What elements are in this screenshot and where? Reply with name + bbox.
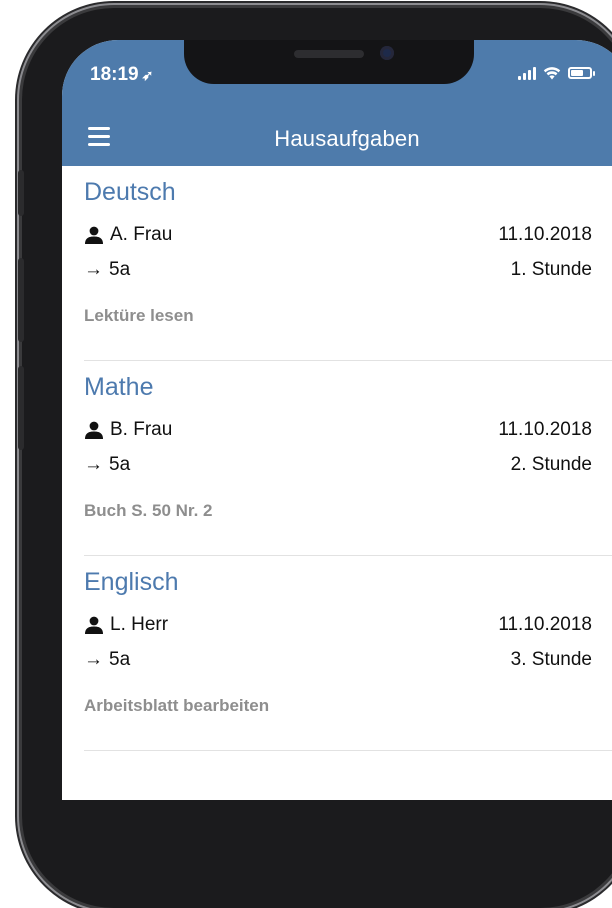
person-icon [85, 226, 103, 244]
class-name: 5a [109, 454, 131, 475]
person-icon [85, 616, 103, 634]
homework-description: Buch S. 50 Nr. 2 [84, 501, 213, 520]
battery-level [571, 70, 583, 76]
class-name: 5a [109, 649, 131, 670]
silent-switch [18, 170, 24, 216]
subject-name: Englisch [84, 568, 179, 596]
class-period-row: → 5a 2. Stunde [84, 452, 592, 478]
due-date: 11.10.2018 [498, 419, 592, 440]
due-date: 11.10.2018 [498, 224, 592, 245]
homework-list: Deutsch A. Frau 11.10.2018 → 5a 1. Stund… [62, 166, 612, 751]
teacher-date-row: L. Herr 11.10.2018 [84, 612, 592, 638]
wifi-icon [543, 67, 561, 80]
homework-item-mathe[interactable]: Mathe B. Frau 11.10.2018 → 5a 2. Stunde … [62, 361, 612, 556]
teacher-name: L. Herr [110, 614, 169, 635]
status-bar: 18:19 ➶ [62, 40, 612, 108]
volume-up-button [18, 258, 24, 342]
volume-down-button [18, 366, 24, 450]
lesson-period: 1. Stunde [510, 259, 592, 280]
arrow-right-icon: → [84, 649, 103, 670]
teacher-name: B. Frau [110, 419, 173, 440]
homework-item-englisch[interactable]: Englisch L. Herr 11.10.2018 → 5a 3. Stun… [62, 556, 612, 751]
front-camera [380, 46, 394, 60]
location-arrow-icon: ➶ [141, 67, 154, 83]
notch [184, 40, 474, 84]
lesson-period: 2. Stunde [510, 454, 592, 475]
homework-description: Arbeitsblatt bearbeiten [84, 696, 270, 715]
page-title: Hausaufgaben [274, 126, 420, 151]
arrow-right-icon: → [84, 454, 103, 475]
phone-screen: 18:19 ➶ Hausaufgaben Deutsch A. Frau 11.… [62, 40, 612, 800]
app-header: Hausaufgaben [62, 108, 612, 166]
speaker-grille [294, 50, 364, 58]
arrow-right-icon: → [84, 259, 103, 280]
homework-description: Lektüre lesen [84, 306, 194, 325]
teacher-date-row: A. Frau 11.10.2018 [84, 222, 592, 248]
status-icons [518, 64, 595, 82]
status-time-text: 18:19 [90, 64, 139, 85]
due-date: 11.10.2018 [498, 614, 592, 635]
person-icon [85, 421, 103, 439]
subject-name: Deutsch [84, 178, 176, 206]
divider [84, 750, 612, 751]
battery-icon [568, 67, 595, 79]
class-period-row: → 5a 1. Stunde [84, 257, 592, 283]
signal-icon [518, 66, 536, 80]
status-time: 18:19 ➶ [90, 64, 153, 86]
class-name: 5a [109, 259, 131, 280]
teacher-name: A. Frau [110, 224, 173, 245]
subject-name: Mathe [84, 373, 154, 401]
teacher-date-row: B. Frau 11.10.2018 [84, 417, 592, 443]
lesson-period: 3. Stunde [510, 649, 592, 670]
class-period-row: → 5a 3. Stunde [84, 647, 592, 673]
homework-item-deutsch[interactable]: Deutsch A. Frau 11.10.2018 → 5a 1. Stund… [62, 166, 612, 361]
